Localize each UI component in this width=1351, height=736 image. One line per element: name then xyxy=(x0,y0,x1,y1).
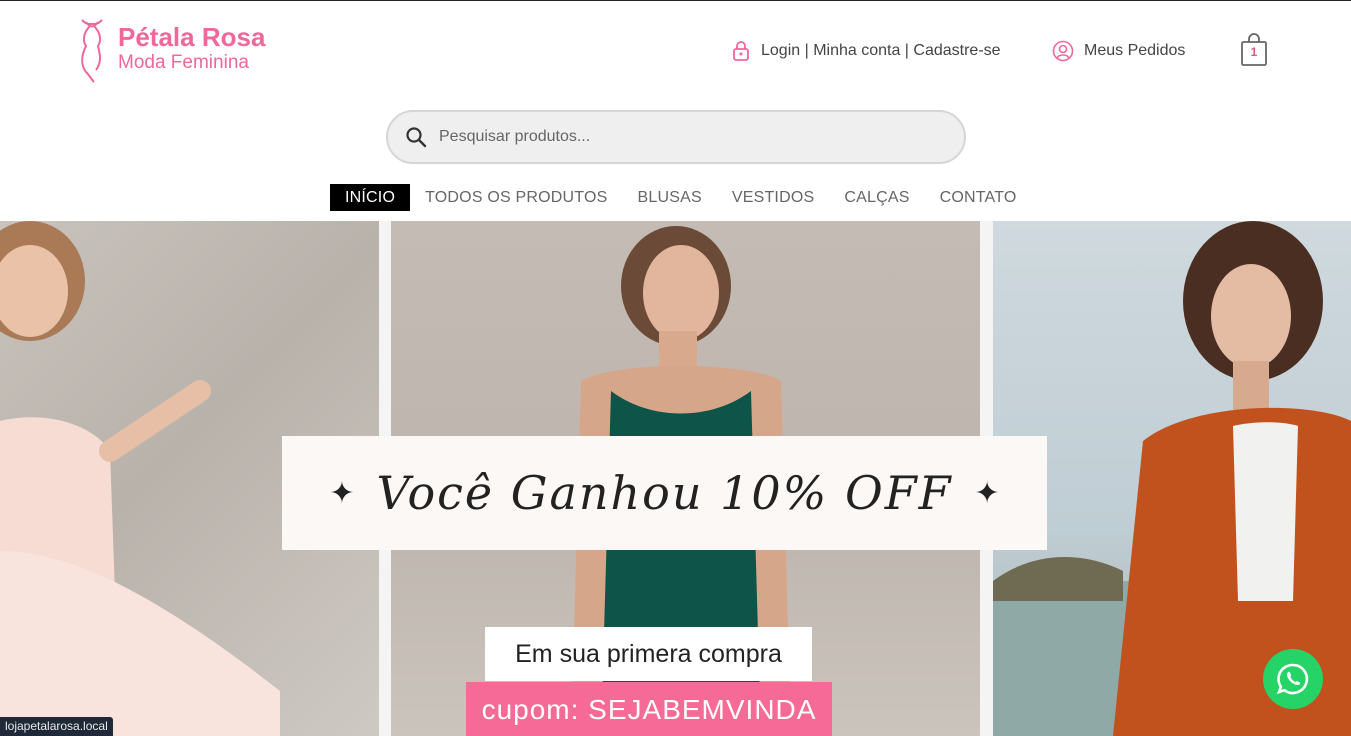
brand-title: Pétala Rosa xyxy=(118,22,266,52)
whatsapp-button[interactable] xyxy=(1263,649,1323,709)
discount-headline: Você Ganhou 10% OFF xyxy=(376,466,953,520)
account-link-label: Login | Minha conta | Cadastre-se xyxy=(761,42,1001,59)
nav-item-calcas[interactable]: CALÇAS xyxy=(829,184,924,211)
main-nav: INÍCIO TODOS OS PRODUTOS BLUSAS VESTIDOS… xyxy=(330,184,1032,211)
nav-item-todos-os-produtos[interactable]: TODOS OS PRODUTOS xyxy=(410,184,622,211)
window-top-border xyxy=(0,0,1351,1)
search-icon xyxy=(406,127,427,148)
first-purchase-label: Em sua primera compra xyxy=(485,627,812,681)
discount-headline-banner: ✦ Você Ganhou 10% OFF ✦ xyxy=(282,436,1047,550)
whatsapp-icon xyxy=(1276,663,1309,695)
coupon-code-label: cupom: SEJABEMVINDA xyxy=(466,682,832,736)
search-bar[interactable] xyxy=(386,110,966,164)
nav-item-contato[interactable]: CONTATO xyxy=(925,184,1032,211)
brand-subtitle: Moda Feminina xyxy=(118,52,249,73)
hero-banner[interactable]: ✦ Você Ganhou 10% OFF ✦ Em sua primera c… xyxy=(0,221,1351,736)
sparkle-icon: ✦ xyxy=(329,476,355,510)
woman-silhouette-icon xyxy=(81,19,103,83)
site-logo[interactable]: Pétala Rosa Moda Feminina xyxy=(72,18,265,84)
nav-item-blusas[interactable]: BLUSAS xyxy=(623,184,717,211)
sparkle-icon: ✦ xyxy=(974,476,1000,510)
my-orders-label: Meus Pedidos xyxy=(1084,42,1186,59)
nav-item-inicio[interactable]: INÍCIO xyxy=(330,184,411,211)
my-orders-link[interactable]: Meus Pedidos xyxy=(1052,40,1185,62)
account-link[interactable]: Login | Minha conta | Cadastre-se xyxy=(731,40,1001,62)
search-input[interactable] xyxy=(437,127,917,147)
cart-button[interactable]: 1 xyxy=(1240,33,1268,67)
cart-count-badge: 1 xyxy=(1250,45,1258,59)
user-circle-icon xyxy=(1052,40,1074,62)
nav-item-vestidos[interactable]: VESTIDOS xyxy=(717,184,830,211)
status-bar-url: lojapetalarosa.local xyxy=(0,717,113,736)
lock-icon xyxy=(733,41,749,61)
